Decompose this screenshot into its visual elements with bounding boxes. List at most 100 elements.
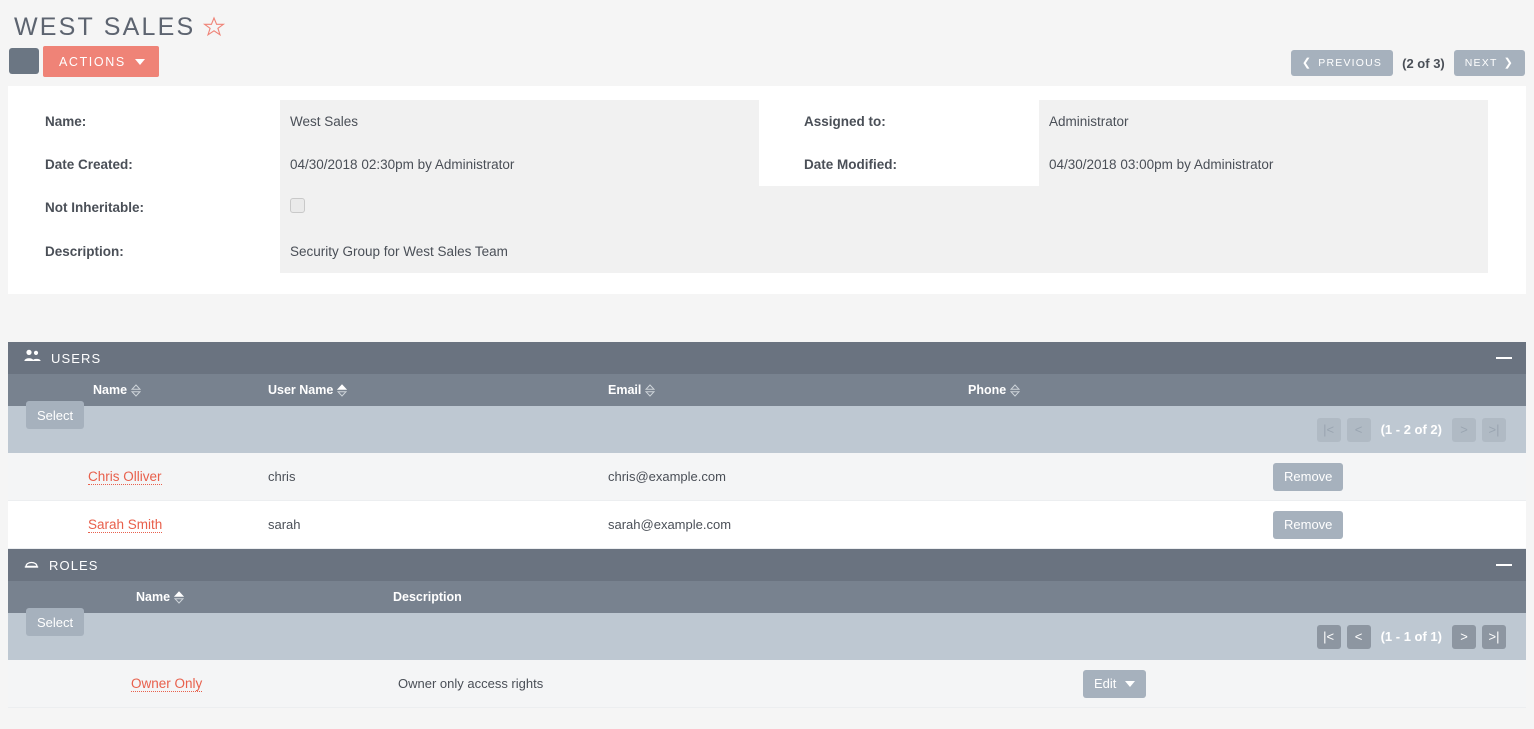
users-column-user-name[interactable]: User Name bbox=[268, 383, 608, 397]
user-link[interactable]: Sarah Smith bbox=[88, 517, 162, 533]
sort-icon bbox=[1010, 384, 1020, 397]
remove-user-button[interactable]: Remove bbox=[1273, 511, 1343, 539]
user-name-cell: Chris Olliver bbox=[8, 469, 268, 484]
roles-panel-title: Roles bbox=[49, 558, 99, 573]
users-column-email[interactable]: Email bbox=[608, 383, 968, 397]
field-value-assigned-to[interactable]: Administrator bbox=[1039, 100, 1488, 143]
remove-user-button[interactable]: Remove bbox=[1273, 463, 1343, 491]
users-pagination: |< < (1 - 2 of 2) > >| bbox=[1317, 418, 1506, 442]
blank-toolbar-button[interactable] bbox=[9, 48, 39, 74]
last-page-button[interactable]: >| bbox=[1482, 418, 1506, 442]
user-email-cell: sarah@example.com bbox=[608, 517, 953, 532]
roles-subpanel: Roles Name Description Select |< < (1 - … bbox=[8, 549, 1526, 708]
first-page-button[interactable]: |< bbox=[1317, 625, 1341, 649]
field-date-created: Date Created: 04/30/2018 02:30pm by Admi… bbox=[8, 143, 767, 186]
users-column-name[interactable]: Name bbox=[8, 383, 268, 397]
field-label-not-inheritable: Not Inheritable: bbox=[8, 186, 280, 230]
next-button-label: Next bbox=[1465, 57, 1498, 69]
field-value-date-created: 04/30/2018 02:30pm by Administrator bbox=[280, 143, 759, 186]
roles-column-headers: Name Description bbox=[8, 581, 1526, 613]
table-row: Owner Only Owner only access rights Edit bbox=[8, 660, 1526, 708]
first-page-button[interactable]: |< bbox=[1317, 418, 1341, 442]
actions-button-label: Actions bbox=[59, 55, 126, 69]
chevron-right-icon: ❯ bbox=[1504, 58, 1514, 69]
previous-page-button[interactable]: < bbox=[1347, 625, 1371, 649]
users-column-phone[interactable]: Phone bbox=[968, 383, 1020, 397]
record-detail-panel: Name: West Sales Assigned to: Administra… bbox=[8, 86, 1526, 294]
field-label-assigned-to: Assigned to: bbox=[767, 100, 1039, 143]
detail-row-4: Description: Security Group for West Sal… bbox=[8, 230, 1526, 273]
roles-column-description: Description bbox=[393, 590, 462, 604]
field-value-name[interactable]: West Sales bbox=[280, 100, 759, 143]
record-navigation: ❮ Previous (2 of 3) Next ❯ bbox=[1291, 50, 1525, 76]
table-row: Sarah Smith sarah sarah@example.com Remo… bbox=[8, 501, 1526, 549]
previous-button[interactable]: ❮ Previous bbox=[1291, 50, 1393, 76]
record-counter: (2 of 3) bbox=[1402, 56, 1445, 71]
users-column-email-label: Email bbox=[608, 383, 641, 397]
chevron-left-icon: ❮ bbox=[1302, 58, 1312, 69]
roles-column-name[interactable]: Name bbox=[8, 590, 393, 604]
roles-select-button[interactable]: Select bbox=[26, 608, 84, 636]
page-header: West Sales bbox=[0, 0, 1534, 46]
not-inheritable-checkbox[interactable] bbox=[290, 198, 305, 213]
user-link[interactable]: Chris Olliver bbox=[88, 469, 162, 485]
actions-button[interactable]: Actions bbox=[43, 46, 159, 77]
panel-gap bbox=[0, 294, 1534, 342]
roles-column-description-label: Description bbox=[393, 590, 462, 604]
page-title: West Sales bbox=[14, 13, 195, 42]
users-column-phone-label: Phone bbox=[968, 383, 1006, 397]
users-column-name-label: Name bbox=[93, 383, 127, 397]
next-page-button[interactable]: > bbox=[1452, 625, 1476, 649]
roles-pagination: |< < (1 - 1 of 1) > >| bbox=[1317, 625, 1506, 649]
sort-icon-active bbox=[337, 384, 347, 397]
role-name-cell: Owner Only bbox=[8, 676, 398, 691]
detail-row-2: Date Created: 04/30/2018 02:30pm by Admi… bbox=[8, 143, 1526, 186]
users-column-user-name-label: User Name bbox=[268, 383, 333, 397]
last-page-button[interactable]: >| bbox=[1482, 625, 1506, 649]
field-value-date-modified: 04/30/2018 03:00pm by Administrator bbox=[1039, 143, 1488, 186]
edit-role-button[interactable]: Edit bbox=[1083, 670, 1146, 698]
previous-page-button[interactable]: < bbox=[1347, 418, 1371, 442]
field-label-date-modified: Date Modified: bbox=[767, 143, 1039, 186]
roles-column-name-label: Name bbox=[136, 590, 170, 604]
roles-icon bbox=[24, 556, 39, 574]
field-label-description: Description: bbox=[8, 230, 280, 273]
field-value-not-inheritable bbox=[280, 186, 1488, 230]
next-page-button[interactable]: > bbox=[1452, 418, 1476, 442]
sort-icon bbox=[645, 384, 655, 397]
users-column-headers: Name User Name Email bbox=[8, 374, 1526, 406]
detail-row-3: Not Inheritable: bbox=[8, 186, 1526, 230]
previous-button-label: Previous bbox=[1318, 57, 1382, 69]
role-description-cell: Owner only access rights bbox=[398, 676, 1083, 691]
users-pagination-label: (1 - 2 of 2) bbox=[1381, 422, 1442, 437]
roles-panel-header[interactable]: Roles bbox=[8, 549, 1526, 581]
user-email-cell: chris@example.com bbox=[608, 469, 953, 484]
edit-role-label: Edit bbox=[1094, 676, 1116, 691]
role-link[interactable]: Owner Only bbox=[131, 676, 202, 692]
collapse-icon[interactable] bbox=[1496, 357, 1512, 359]
chevron-down-icon bbox=[1125, 681, 1135, 687]
table-row: Chris Olliver chris chris@example.com Re… bbox=[8, 453, 1526, 501]
roles-pagination-label: (1 - 1 of 1) bbox=[1381, 629, 1442, 644]
detail-row-1: Name: West Sales Assigned to: Administra… bbox=[8, 100, 1526, 143]
next-button[interactable]: Next ❯ bbox=[1454, 50, 1525, 76]
field-name: Name: West Sales bbox=[8, 100, 767, 143]
field-description: Description: Security Group for West Sal… bbox=[8, 230, 1526, 273]
sort-icon-active bbox=[174, 591, 184, 604]
sort-icon bbox=[131, 384, 141, 397]
field-assigned-to: Assigned to: Administrator bbox=[767, 100, 1526, 143]
collapse-icon[interactable] bbox=[1496, 564, 1512, 566]
field-value-description[interactable]: Security Group for West Sales Team bbox=[280, 230, 1488, 273]
action-bar: Actions ❮ Previous (2 of 3) Next ❯ bbox=[0, 46, 1534, 86]
chevron-down-icon bbox=[135, 59, 145, 65]
star-icon[interactable] bbox=[202, 15, 226, 39]
user-username-cell: sarah bbox=[268, 517, 608, 532]
users-select-button[interactable]: Select bbox=[26, 401, 84, 429]
users-panel-header[interactable]: Users bbox=[8, 342, 1526, 374]
users-subpanel: Users Name User Name Email bbox=[8, 342, 1526, 549]
field-not-inheritable: Not Inheritable: bbox=[8, 186, 1526, 230]
field-date-modified: Date Modified: 04/30/2018 03:00pm by Adm… bbox=[767, 143, 1526, 186]
roles-toolbar: Select |< < (1 - 1 of 1) > >| bbox=[8, 613, 1526, 660]
users-toolbar: Select |< < (1 - 2 of 2) > >| bbox=[8, 406, 1526, 453]
user-name-cell: Sarah Smith bbox=[8, 517, 268, 532]
